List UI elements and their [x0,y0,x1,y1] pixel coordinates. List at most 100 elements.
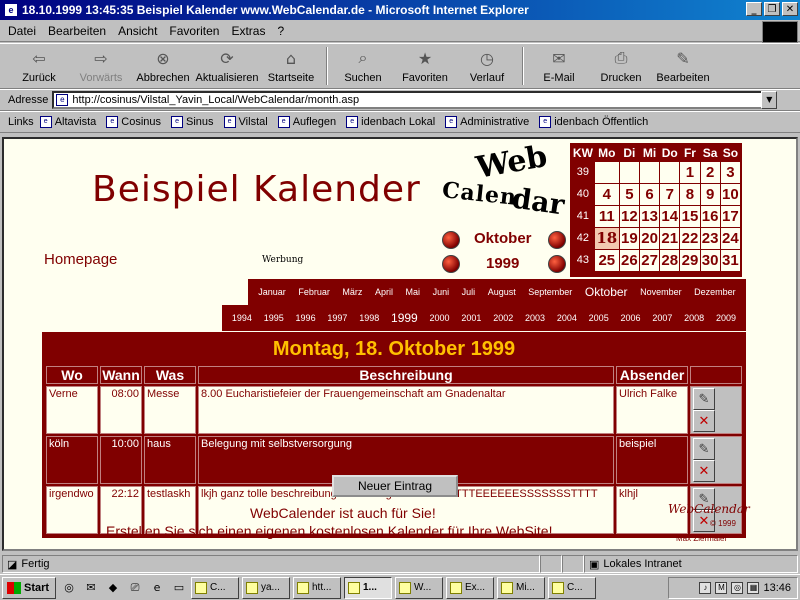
minical-day[interactable]: 2 [699,160,721,184]
folder-quicklaunch-icon[interactable]: ▭ [170,579,188,597]
minical-day[interactable]: 1 [679,160,701,184]
close-icon[interactable]: ✕ [782,2,798,16]
minical-day[interactable]: 14 [659,204,681,228]
minical-day[interactable]: 27 [638,248,661,272]
link-idenbach-oeffentlich[interactable]: e idenbach Öffentlich [539,116,648,128]
minical-day[interactable]: 24 [719,226,742,250]
link-idenbach-lokal[interactable]: e idenbach Lokal [346,116,435,128]
year-link[interactable]: 2002 [493,313,513,323]
year-link[interactable]: 1998 [359,313,379,323]
month-link[interactable]: Oktober [585,285,628,299]
year-link[interactable]: 2008 [684,313,704,323]
minical-day[interactable]: 17 [719,204,742,228]
link-altavista[interactable]: e Altavista [39,116,96,128]
month-link[interactable]: Januar [258,287,286,297]
homepage-link[interactable]: Homepage [44,251,117,268]
link-cosinus[interactable]: e Cosinus [106,116,161,128]
month-link[interactable]: Juni [433,287,450,297]
month-link[interactable]: April [375,287,393,297]
next-month-arrow-icon[interactable] [548,231,566,249]
taskbar-task-button[interactable]: 1... [344,576,392,599]
year-link[interactable]: 2006 [621,313,641,323]
month-link[interactable]: November [640,287,682,297]
favorites-button[interactable]: ★ Favoriten [394,44,456,88]
clock[interactable]: 13:46 [763,582,791,594]
ie-quicklaunch-icon[interactable]: e [148,579,166,597]
quicklaunch-icon[interactable]: ◎ [60,579,78,597]
minical-day[interactable]: 25 [593,248,620,272]
year-link[interactable]: 1994 [232,313,252,323]
delete-x-icon[interactable]: ✕ [693,410,715,432]
taskbar-task-button[interactable]: Mi... [497,576,545,599]
year-link[interactable]: 2001 [461,313,481,323]
quicklaunch-icon[interactable]: ⎚ [126,579,144,597]
year-link[interactable]: 1999 [391,311,418,325]
taskbar-task-button[interactable]: C... [548,576,596,599]
speaker-icon[interactable]: ♪ [699,582,712,594]
edit-button[interactable]: ✎ Bearbeiten [652,44,714,88]
minical-day[interactable]: 7 [659,182,681,206]
minical-day[interactable]: 30 [699,248,721,272]
minical-day[interactable]: 23 [699,226,721,250]
minical-day[interactable]: 21 [659,226,681,250]
webcalendar-small-logo[interactable]: WebCalendar [668,502,750,516]
new-entry-button[interactable]: Neuer Eintrag [332,475,458,497]
delete-x-icon[interactable]: ✕ [693,460,715,482]
link-vilstal[interactable]: e Vilstal [223,116,268,128]
home-button[interactable]: ⌂ Startseite [260,44,322,88]
window-title-bar[interactable]: e 18.10.1999 13:45:35 Beispiel Kalender … [0,0,800,20]
refresh-button[interactable]: ⟳ Aktualisieren [194,44,260,88]
menu-ansicht[interactable]: Ansicht [118,24,157,38]
year-link[interactable]: 1995 [264,313,284,323]
taskbar-task-button[interactable]: Ex... [446,576,494,599]
prev-year-arrow-icon[interactable] [442,255,460,273]
minical-day[interactable]: 6 [638,182,661,206]
edit-pencil-icon[interactable]: ✎ [693,438,715,460]
minical-day[interactable]: 26 [618,248,640,272]
ie-app-icon[interactable]: e [4,3,18,17]
minical-day[interactable]: 12 [618,204,640,228]
month-link[interactable]: September [528,287,572,297]
promo-line-2[interactable]: Erstellen Sie sich einen eigenen kostenl… [106,523,552,539]
taskbar-task-button[interactable]: C... [191,576,239,599]
minical-day[interactable]: 10 [719,182,742,206]
minical-day[interactable]: 13 [638,204,661,228]
minical-day[interactable]: 3 [719,160,742,184]
month-link[interactable]: August [488,287,516,297]
month-link[interactable]: Dezember [694,287,736,297]
werbung-link[interactable]: Werbung [262,255,303,265]
mail-button[interactable]: ✉ E-Mail [528,44,590,88]
year-link[interactable]: 2004 [557,313,577,323]
menu-datei[interactable]: Datei [8,24,36,38]
year-link[interactable]: 2005 [589,313,609,323]
menu-help[interactable]: ? [277,24,284,38]
quicklaunch-icon[interactable]: ◆ [104,579,122,597]
minical-day[interactable]: 15 [679,204,701,228]
minical-day[interactable]: 11 [593,204,620,228]
address-dropdown-icon[interactable]: ▼ [761,91,778,109]
next-year-arrow-icon[interactable] [548,255,566,273]
minical-day[interactable]: 18 [593,226,620,250]
year-link[interactable]: 2009 [716,313,736,323]
minical-day[interactable]: 29 [679,248,701,272]
minical-day[interactable]: 9 [699,182,721,206]
year-link[interactable]: 2000 [430,313,450,323]
menu-favoriten[interactable]: Favoriten [169,24,219,38]
minimize-icon[interactable]: _ [746,2,762,16]
taskbar-task-button[interactable]: ya... [242,576,290,599]
minical-day[interactable]: 4 [593,182,620,206]
search-button[interactable]: ⌕ Suchen [332,44,394,88]
menu-bearbeiten[interactable]: Bearbeiten [48,24,106,38]
stop-button[interactable]: ⊗ Abbrechen [132,44,194,88]
prev-month-arrow-icon[interactable] [442,231,460,249]
start-button[interactable]: Start [2,576,56,599]
month-link[interactable]: Februar [298,287,330,297]
forward-button[interactable]: ⇨ Vorwärts [70,44,132,88]
minical-day[interactable]: 5 [618,182,640,206]
minical-day[interactable]: 19 [618,226,640,250]
minical-day[interactable]: 8 [679,182,701,206]
tray-icon[interactable]: M [715,582,728,594]
print-button[interactable]: ⎙ Drucken [590,44,652,88]
minical-day[interactable]: 22 [679,226,701,250]
history-button[interactable]: ◷ Verlauf [456,44,518,88]
